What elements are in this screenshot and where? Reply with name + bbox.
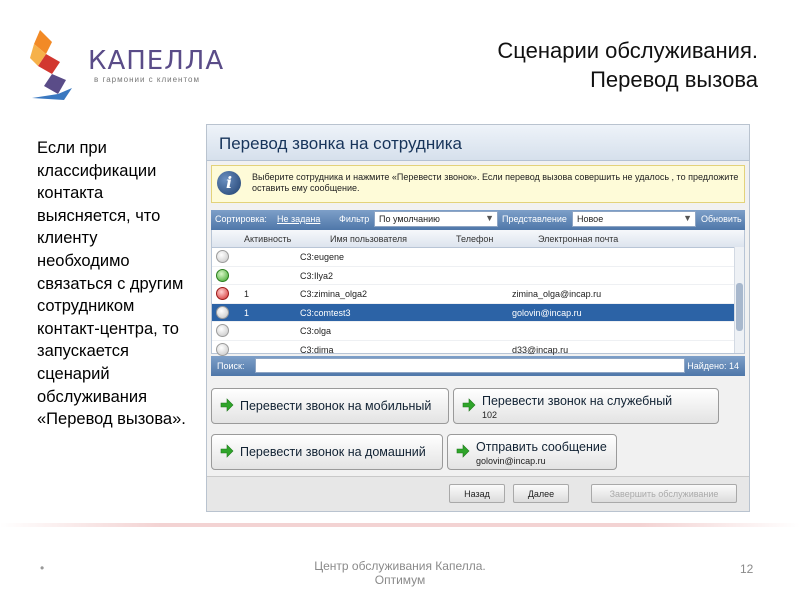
users-table: Активность Имя пользователя Телефон Элек… [211, 230, 745, 359]
arrow-right-icon [220, 398, 234, 412]
search-input[interactable] [255, 358, 685, 373]
transfer-work-button[interactable]: Перевести звонок на служебный 102 [453, 388, 719, 424]
logo-mark-icon [30, 30, 72, 100]
status-grey-icon [216, 324, 229, 337]
chevron-down-icon: ▼ [485, 213, 494, 223]
logo-tagline: в гармонии с клиентом [94, 75, 200, 84]
sort-link[interactable]: Не задана [277, 214, 320, 224]
view-select[interactable]: Новое ▼ [572, 211, 696, 227]
chevron-down-icon: ▼ [683, 213, 692, 223]
found-count: Найдено: 14 [687, 361, 739, 371]
user-cell: C3:olga [300, 326, 332, 336]
back-button[interactable]: Назад [449, 484, 505, 503]
transfer-call-window: Перевод звонка на сотрудника i Выберите … [206, 124, 750, 512]
filter-value: По умолчанию [379, 214, 440, 224]
footer-divider [0, 523, 800, 527]
transfer-home-button[interactable]: Перевести звонок на домашний [211, 434, 443, 470]
user-cell: C3:Ilya2 [300, 270, 334, 281]
column-header-phone[interactable]: Телефон [456, 234, 493, 244]
activity-cell: 1 [244, 289, 250, 299]
status-red-icon [216, 287, 229, 300]
table-header: Активность Имя пользователя Телефон Элек… [212, 230, 744, 248]
transfer-work-label: Перевести звонок на служебный [482, 394, 673, 408]
sort-label: Сортировка: [215, 214, 267, 224]
user-cell: C3:eugene [300, 252, 345, 262]
footer-bullet: • [40, 561, 45, 575]
status-grey-icon [216, 250, 229, 263]
wizard-footer: Назад Далее Завершить обслуживание [207, 476, 749, 511]
view-value: Новое [577, 214, 604, 224]
table-row[interactable]: C3:eugene [212, 248, 744, 267]
message-email: golovin@incap.ru [476, 456, 546, 466]
table-row[interactable]: C3:Ilya2 [212, 267, 744, 285]
status-grey-icon [216, 305, 229, 319]
hint-box: i Выберите сотрудника и нажмите «Перевес… [211, 165, 745, 203]
table-row-selected[interactable]: 1 C3:comtest3 golovin@incap.ru [212, 303, 744, 322]
column-header-email[interactable]: Электронная почта [538, 234, 618, 244]
status-grey-icon [216, 342, 229, 356]
send-message-button[interactable]: Отправить сообщение golovin@incap.ru [447, 434, 617, 470]
search-bar: Поиск: Найдено: 14 [211, 356, 745, 376]
next-button[interactable]: Далее [513, 484, 569, 503]
search-label: Поиск: [217, 361, 245, 371]
footer-caption: Центр обслуживания Капелла. Оптимум [314, 559, 486, 587]
grid-toolbar: Сортировка: Не задана Фильтр По умолчани… [211, 210, 745, 230]
slide-title-line2: Перевод вызова [590, 67, 758, 92]
page-number: 12 [740, 562, 754, 576]
column-header-user[interactable]: Имя пользователя [330, 234, 407, 244]
table-scrollbar[interactable] [734, 247, 744, 353]
user-cell: C3:zimina_olga2 [300, 289, 368, 299]
brand-logo: КАПЕЛЛА в гармонии с клиентом [28, 28, 223, 103]
email-cell: zimina_olga@incap.ru [512, 289, 602, 299]
transfer-mobile-label: Перевести звонок на мобильный [240, 399, 432, 413]
work-phone-number: 102 [482, 410, 498, 420]
table-row[interactable]: 1 C3:zimina_olga2 zimina_olga@incap.ru [212, 285, 744, 304]
table-body: C3:eugene C3:Ilya2 1 C3:zimina_olga2 zimina_… [212, 248, 744, 359]
refresh-link[interactable]: Обновить [701, 214, 742, 224]
email-cell: d33@incap.ru [512, 344, 569, 355]
status-green-icon [216, 268, 229, 282]
slide-title-line1: Сценарии обслуживания. [497, 38, 758, 63]
table-row[interactable]: C3:olga [212, 322, 744, 341]
send-message-label: Отправить сообщение [476, 440, 607, 454]
view-label: Представление [502, 214, 567, 224]
email-cell: golovin@incap.ru [512, 307, 582, 318]
arrow-right-icon [220, 444, 234, 458]
info-icon: i [217, 171, 241, 195]
description-text: Если при классификации контакта выясняет… [37, 139, 186, 429]
finish-service-button[interactable]: Завершить обслуживание [591, 484, 737, 503]
scrollbar-thumb[interactable] [736, 283, 743, 331]
slide-title: Сценарии обслуживания. Перевод вызова [497, 36, 758, 94]
arrow-right-icon [462, 398, 476, 412]
transfer-home-label: Перевести звонок на домашний [240, 445, 426, 459]
user-cell: C3:dima [300, 344, 334, 355]
logo-name: КАПЕЛЛА [88, 46, 225, 76]
transfer-mobile-button[interactable]: Перевести звонок на мобильный [211, 388, 449, 424]
column-header-activity[interactable]: Активность [244, 234, 291, 244]
arrow-right-icon [456, 444, 470, 458]
filter-select[interactable]: По умолчанию ▼ [374, 211, 498, 227]
filter-label: Фильтр [339, 214, 370, 224]
hint-text: Выберите сотрудника и нажмите «Перевести… [252, 172, 739, 193]
user-cell: C3:comtest3 [300, 307, 351, 318]
activity-cell: 1 [244, 307, 250, 318]
window-title: Перевод звонка на сотрудника [207, 125, 749, 161]
